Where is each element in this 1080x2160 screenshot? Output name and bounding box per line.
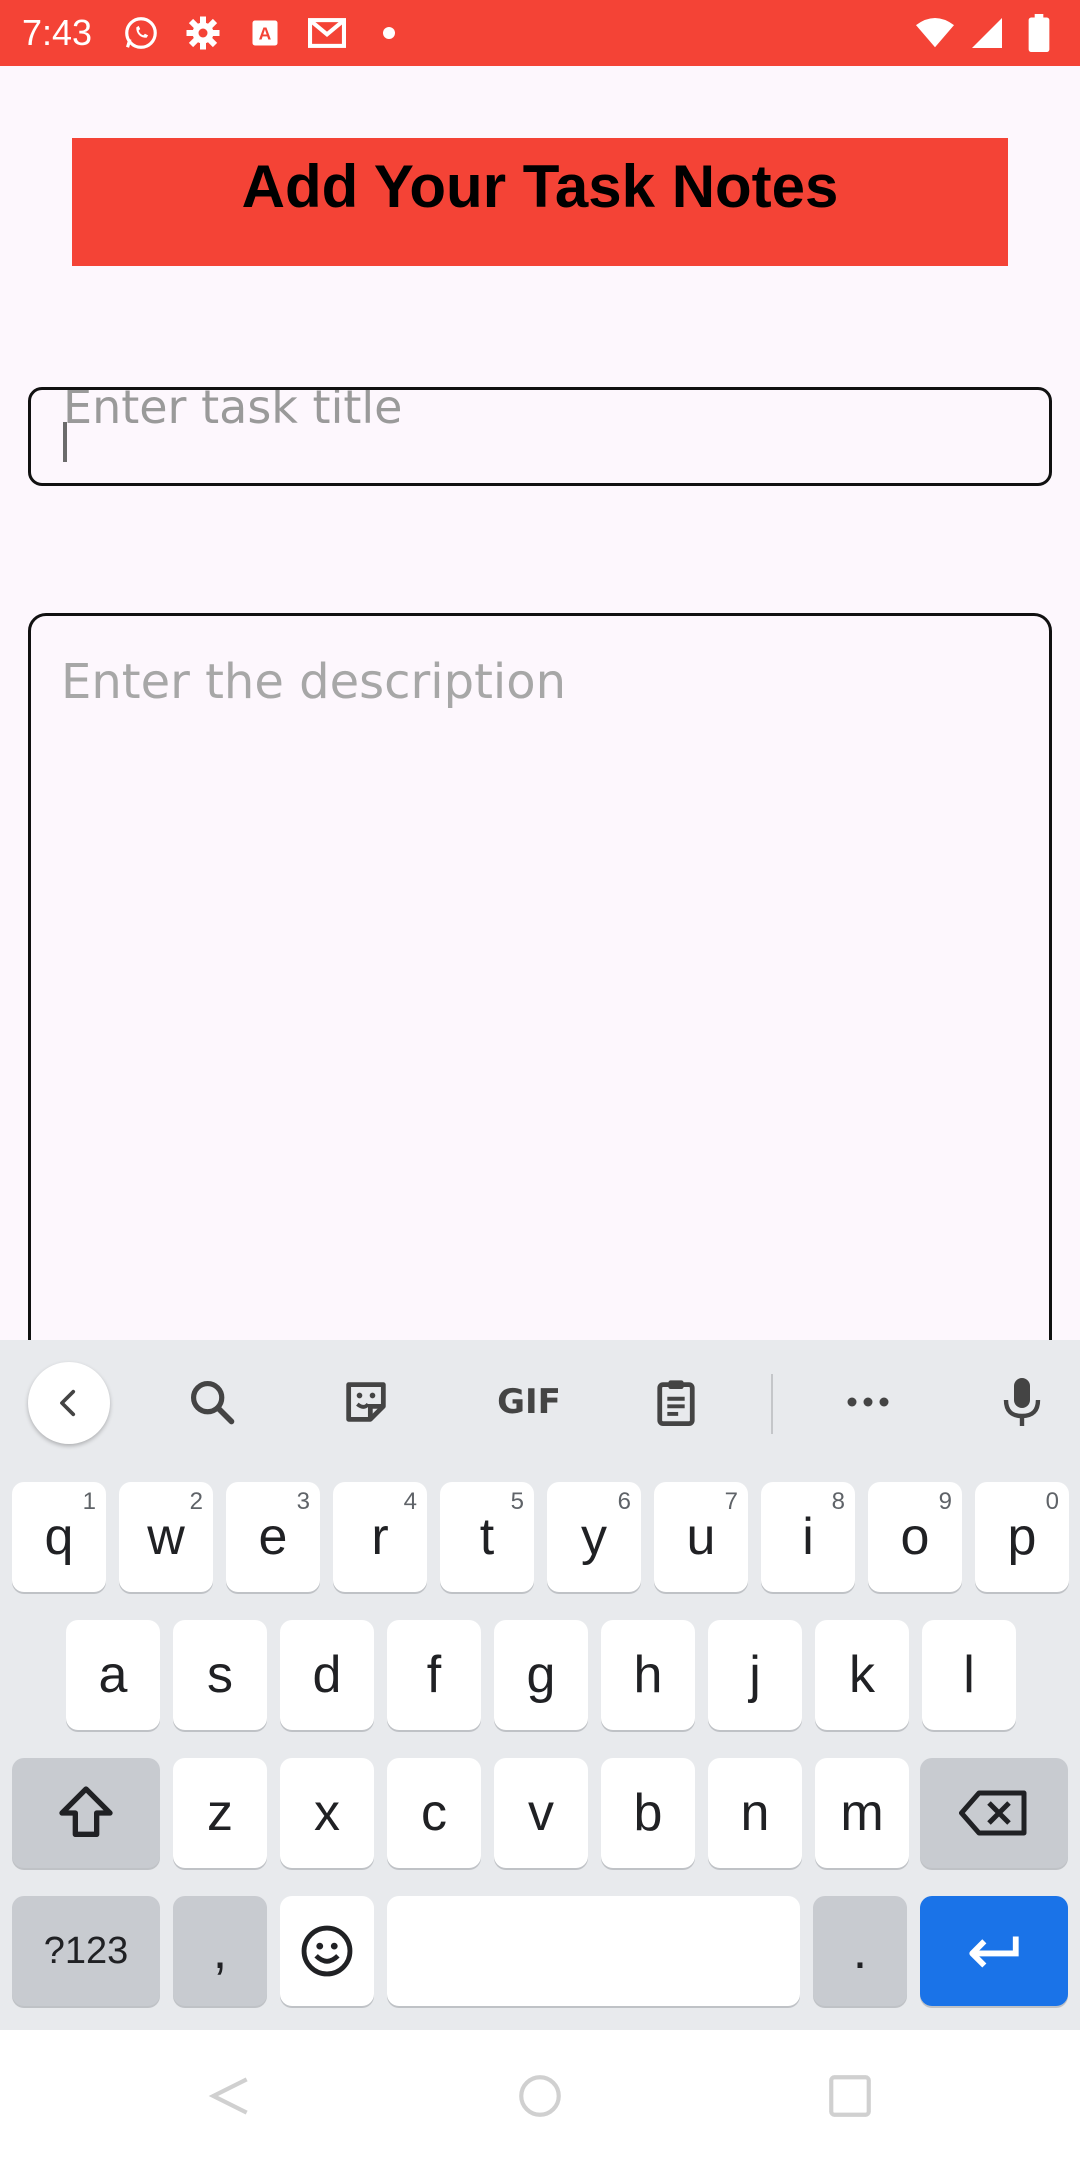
clipboard-icon[interactable]	[636, 1362, 716, 1442]
key-label: o	[900, 1508, 930, 1566]
key-label: w	[147, 1508, 185, 1566]
keyboard-toolbar: GIF	[0, 1340, 1080, 1462]
search-icon[interactable]	[172, 1362, 252, 1442]
key-r[interactable]: r4	[333, 1482, 427, 1592]
emoji-icon	[301, 1925, 353, 1977]
back-icon[interactable]	[28, 1362, 110, 1444]
key-o[interactable]: o9	[868, 1482, 962, 1592]
more-icon[interactable]	[828, 1362, 908, 1442]
key-l[interactable]: l	[922, 1620, 1016, 1730]
key-a[interactable]: a	[66, 1620, 160, 1730]
key-d[interactable]: d	[280, 1620, 374, 1730]
key-label: u	[686, 1508, 716, 1566]
key-hint: 2	[189, 1488, 203, 1515]
shift-icon	[59, 1786, 113, 1837]
space-key[interactable]	[387, 1896, 800, 2006]
description-placeholder: Enter the description	[61, 654, 567, 710]
key-i[interactable]: i8	[761, 1482, 855, 1592]
wifi-icon	[916, 14, 954, 52]
sticker-icon[interactable]	[326, 1362, 406, 1442]
key-j[interactable]: j	[708, 1620, 802, 1730]
symbols-key[interactable]: ?123	[12, 1896, 160, 2006]
key-p[interactable]: p0	[975, 1482, 1069, 1592]
key-hint: 5	[510, 1488, 524, 1515]
key-hint: 1	[82, 1488, 96, 1515]
key-f[interactable]: f	[387, 1620, 481, 1730]
mic-icon[interactable]	[982, 1362, 1062, 1442]
key-label: p	[1007, 1508, 1037, 1566]
key-k[interactable]: k	[815, 1620, 909, 1730]
key-hint: 8	[831, 1488, 845, 1515]
emoji-key[interactable]	[280, 1896, 374, 2006]
battery-icon	[1020, 14, 1058, 52]
key-q[interactable]: q1	[12, 1482, 106, 1592]
settings-icon	[184, 14, 222, 52]
key-m[interactable]: m	[815, 1758, 909, 1868]
key-hint: 7	[724, 1488, 738, 1515]
task-title-input[interactable]: Enter task title	[28, 387, 1052, 486]
svg-text:GIF: GIF	[497, 1382, 561, 1422]
key-s[interactable]: s	[173, 1620, 267, 1730]
whatsapp-icon	[122, 14, 160, 52]
page-title: Add Your Task Notes	[241, 153, 839, 220]
key-hint: 3	[296, 1488, 310, 1515]
task-description-input[interactable]: Enter the description	[28, 613, 1052, 1413]
key-label: t	[479, 1508, 495, 1566]
notification-icons: A	[122, 14, 408, 52]
key-v[interactable]: v	[494, 1758, 588, 1868]
key-hint: 4	[403, 1488, 417, 1515]
gif-icon[interactable]: GIF	[479, 1362, 579, 1442]
text-cursor	[63, 422, 67, 462]
key-g[interactable]: g	[494, 1620, 588, 1730]
backspace-key[interactable]	[920, 1758, 1068, 1868]
status-bar: 7:43 A	[0, 0, 1080, 66]
key-label: r	[371, 1508, 389, 1566]
key-z[interactable]: z	[173, 1758, 267, 1868]
system-nav-bar	[0, 2030, 1080, 2160]
gmail-icon	[308, 14, 347, 52]
status-time: 7:43	[22, 12, 93, 53]
key-label: e	[258, 1508, 288, 1566]
key-h[interactable]: h	[601, 1620, 695, 1730]
key-w[interactable]: w2	[119, 1482, 213, 1592]
signal-icon	[968, 14, 1006, 52]
key-x[interactable]: x	[280, 1758, 374, 1868]
key-label: q	[44, 1508, 74, 1566]
text-a-icon: A	[246, 14, 284, 52]
key-n[interactable]: n	[708, 1758, 802, 1868]
key-hint: 0	[1045, 1488, 1059, 1515]
key-y[interactable]: y6	[547, 1482, 641, 1592]
comma-key[interactable]: ,	[173, 1896, 267, 2006]
key-label: y	[581, 1508, 607, 1566]
key-u[interactable]: u7	[654, 1482, 748, 1592]
back-nav-icon[interactable]	[200, 2066, 260, 2126]
key-hint: 6	[617, 1488, 631, 1515]
key-e[interactable]: e3	[226, 1482, 320, 1592]
home-nav-icon[interactable]	[510, 2066, 570, 2126]
recents-nav-icon[interactable]	[820, 2066, 880, 2126]
shift-key[interactable]	[12, 1758, 160, 1868]
system-icons	[916, 14, 1058, 52]
enter-key[interactable]	[920, 1896, 1068, 2006]
header-banner: Add Your Task Notes	[72, 138, 1008, 266]
toolbar-divider	[771, 1374, 773, 1434]
enter-icon	[969, 1936, 1019, 1968]
key-t[interactable]: t5	[440, 1482, 534, 1592]
key-c[interactable]: c	[387, 1758, 481, 1868]
soft-keyboard: GIF q1 w2 e3 r4 t5 y6 u7 i8 o9 p0 a s d …	[0, 1340, 1080, 2030]
period-key[interactable]: .	[813, 1896, 907, 2006]
backspace-icon	[959, 1790, 1027, 1836]
dot-icon	[370, 14, 408, 52]
key-hint: 9	[938, 1488, 952, 1515]
key-label: i	[802, 1508, 814, 1566]
task-title-placeholder: Enter task title	[63, 387, 403, 434]
key-b[interactable]: b	[601, 1758, 695, 1868]
svg-text:A: A	[259, 23, 272, 43]
